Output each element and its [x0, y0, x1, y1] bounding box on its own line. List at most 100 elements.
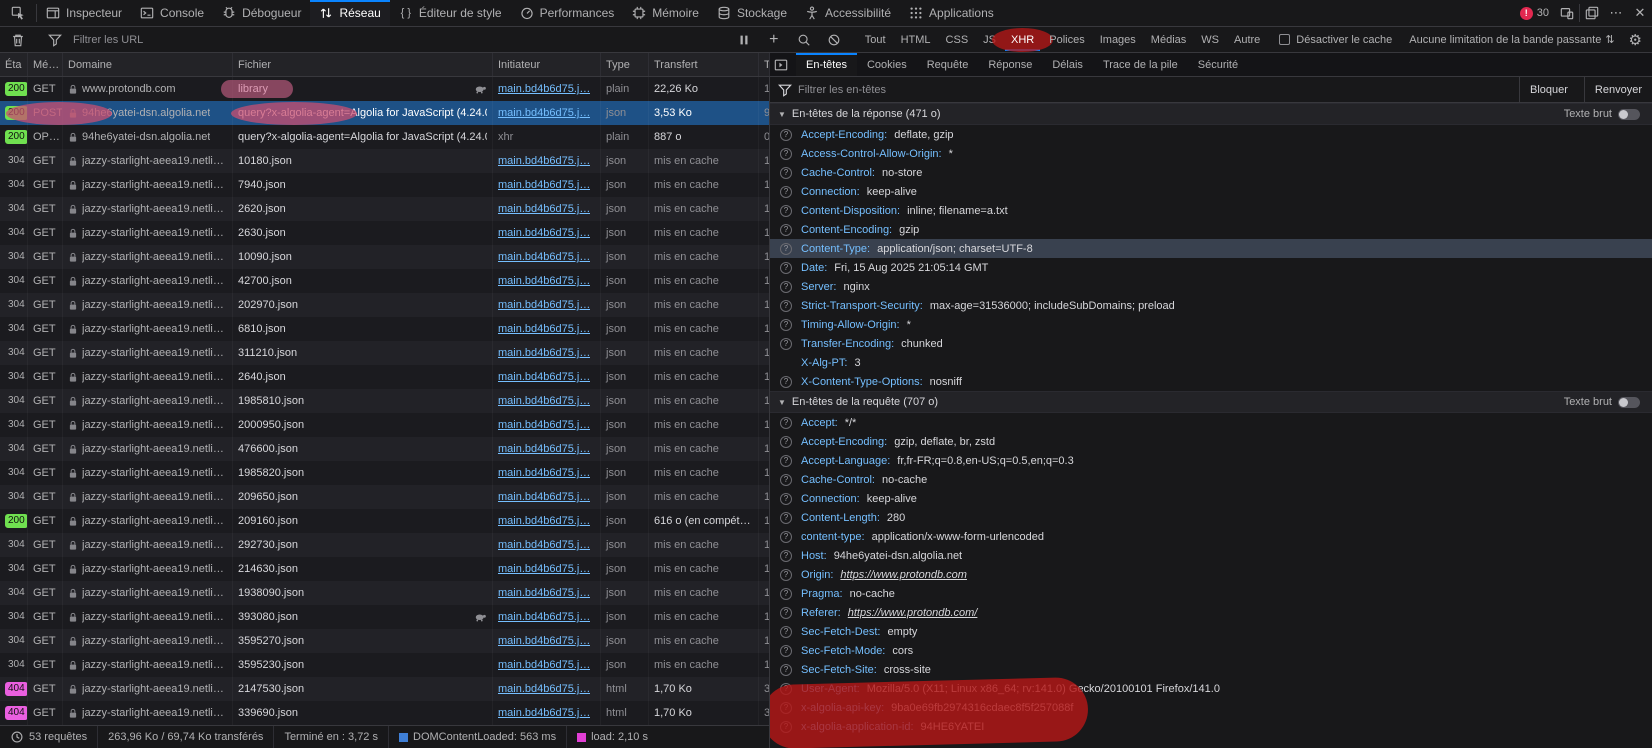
initiator-text[interactable]: main.bd4b6d75.j… [498, 467, 590, 479]
header-help-icon[interactable]: ? [780, 474, 792, 486]
header-help-icon[interactable]: ? [780, 455, 792, 467]
initiator-text[interactable]: main.bd4b6d75.j… [498, 83, 590, 95]
tool-tab-memory[interactable]: Mémoire [623, 0, 708, 26]
details-tab-trace-de-la-pile[interactable]: Trace de la pile [1093, 53, 1188, 76]
request-row[interactable]: 304GETjazzy-starlight-aeea19.netli…42700… [0, 269, 769, 293]
header-help-icon[interactable]: ? [780, 148, 792, 160]
initiator-text[interactable]: main.bd4b6d75.j… [498, 683, 590, 695]
initiator-text[interactable]: main.bd4b6d75.j… [498, 275, 590, 287]
initiator-text[interactable]: main.bd4b6d75.j… [498, 587, 590, 599]
initiator-text[interactable]: main.bd4b6d75.j… [498, 371, 590, 383]
header-help-icon[interactable]: ? [780, 683, 792, 695]
header-row[interactable]: ?Sec-Fetch-Mode:cors [770, 641, 1652, 660]
request-row[interactable]: 304GETjazzy-starlight-aeea19.netli…6810.… [0, 317, 769, 341]
initiator-text[interactable]: main.bd4b6d75.j… [498, 227, 590, 239]
details-tab-requ-te[interactable]: Requête [917, 53, 979, 76]
close-icon[interactable]: ✕ [1628, 0, 1652, 26]
raw-text-toggle[interactable] [1618, 397, 1640, 408]
header-row[interactable]: ?Content-Disposition:inline; filename=a.… [770, 201, 1652, 220]
header-row[interactable]: ?Referer:https://www.protondb.com/ [770, 603, 1652, 622]
initiator-text[interactable]: main.bd4b6d75.j… [498, 611, 590, 623]
details-tab-r-ponse[interactable]: Réponse [978, 53, 1042, 76]
pick-element-icon[interactable] [6, 6, 30, 20]
header-help-icon[interactable]: ? [780, 281, 792, 293]
header-row[interactable]: ?x-algolia-application-id:94HE6YATEI [770, 717, 1652, 736]
column-header[interactable]: Domaine [63, 53, 233, 76]
initiator-text[interactable]: main.bd4b6d75.j… [498, 563, 590, 575]
header-help-icon[interactable]: ? [780, 417, 792, 429]
header-help-icon[interactable]: ? [780, 607, 792, 619]
filter-tab-xhr[interactable]: XHR [1005, 29, 1040, 51]
header-row[interactable]: ?User-Agent:Mozilla/5.0 (X11; Linux x86_… [770, 679, 1652, 698]
request-row[interactable]: 304GETjazzy-starlight-aeea19.netli…35952… [0, 653, 769, 677]
header-help-icon[interactable]: ? [780, 186, 792, 198]
header-row[interactable]: ?Server:nginx [770, 277, 1652, 296]
initiator-text[interactable]: main.bd4b6d75.j… [498, 443, 590, 455]
request-row[interactable]: 304GETjazzy-starlight-aeea19.netli…19380… [0, 581, 769, 605]
header-row[interactable]: ?Content-Encoding:gzip [770, 220, 1652, 239]
collapse-triangle-icon[interactable]: ▼ [778, 110, 786, 119]
network-settings-gear-icon[interactable]: ⚙ [1625, 31, 1646, 49]
header-row[interactable]: ?Strict-Transport-Security:max-age=31536… [770, 296, 1652, 315]
header-help-icon[interactable]: ? [780, 376, 792, 388]
header-row[interactable]: ?Accept:*/* [770, 413, 1652, 432]
header-row[interactable]: ?Content-Type:application/json; charset=… [770, 239, 1652, 258]
toggle-panes-icon[interactable] [774, 53, 788, 76]
request-row[interactable]: 404GETjazzy-starlight-aeea19.netli…33969… [0, 701, 769, 725]
header-help-icon[interactable]: ? [780, 224, 792, 236]
column-header[interactable]: Transfert [649, 53, 759, 76]
column-header[interactable]: Fichier [233, 53, 493, 76]
initiator-text[interactable]: main.bd4b6d75.j… [498, 539, 590, 551]
header-row[interactable]: ?Date:Fri, 15 Aug 2025 21:05:14 GMT [770, 258, 1652, 277]
resend-button[interactable]: Renvoyer [1584, 77, 1652, 102]
throttling-select[interactable]: Aucune limitation de la bande passante ⇅ [1405, 33, 1618, 46]
request-row[interactable]: 304GETjazzy-starlight-aeea19.netli…19858… [0, 389, 769, 413]
tool-tab-console[interactable]: Console [131, 0, 213, 26]
request-row[interactable]: 304GETjazzy-starlight-aeea19.netli…29273… [0, 533, 769, 557]
column-header[interactable]: T… [759, 53, 770, 76]
tool-tab-applications[interactable]: Applications [900, 0, 1003, 26]
request-row[interactable]: 200GETjazzy-starlight-aeea19.netli…20916… [0, 509, 769, 533]
header-help-icon[interactable]: ? [780, 243, 792, 255]
header-help-icon[interactable]: ? [780, 493, 792, 505]
initiator-text[interactable]: main.bd4b6d75.j… [498, 203, 590, 215]
request-row[interactable]: 404GETjazzy-starlight-aeea19.netli…21475… [0, 677, 769, 701]
header-help-icon[interactable]: ? [780, 550, 792, 562]
details-tab-en-t-tes[interactable]: En-têtes [796, 53, 857, 76]
initiator-text[interactable]: main.bd4b6d75.j… [498, 107, 590, 119]
raw-text-toggle[interactable] [1618, 109, 1640, 120]
header-row[interactable]: ?Accept-Language:fr,fr-FR;q=0.8,en-US;q=… [770, 451, 1652, 470]
request-row[interactable]: 304GETjazzy-starlight-aeea19.netli…20297… [0, 293, 769, 317]
request-row[interactable]: 304GETjazzy-starlight-aeea19.netli…2620.… [0, 197, 769, 221]
new-request-icon[interactable]: + [762, 31, 786, 49]
request-row[interactable]: 304GETjazzy-starlight-aeea19.netli…20009… [0, 413, 769, 437]
details-tab-cookies[interactable]: Cookies [857, 53, 917, 76]
initiator-text[interactable]: main.bd4b6d75.j… [498, 515, 590, 527]
request-row[interactable]: 304GETjazzy-starlight-aeea19.netli…10180… [0, 149, 769, 173]
header-help-icon[interactable]: ? [780, 338, 792, 350]
header-help-icon[interactable]: ? [780, 721, 792, 733]
initiator-text[interactable]: main.bd4b6d75.j… [498, 155, 590, 167]
header-row[interactable]: ?X-Content-Type-Options:nosniff [770, 372, 1652, 391]
header-help-icon[interactable]: ? [780, 319, 792, 331]
filter-tab-autre[interactable]: Autre [1228, 29, 1266, 51]
column-header[interactable]: Éta [0, 53, 28, 76]
filter-tab-images[interactable]: Images [1094, 29, 1142, 51]
request-headers-section-header[interactable]: ▼En-têtes de la requête (707 o)Texte bru… [770, 391, 1652, 413]
initiator-text[interactable]: main.bd4b6d75.j… [498, 659, 590, 671]
block-request-icon[interactable] [822, 33, 846, 47]
initiator-text[interactable]: main.bd4b6d75.j… [498, 491, 590, 503]
header-help-icon[interactable]: ? [780, 531, 792, 543]
request-row[interactable]: 304GETjazzy-starlight-aeea19.netli…7940.… [0, 173, 769, 197]
response-headers-section-header[interactable]: ▼En-têtes de la réponse (471 o)Texte bru… [770, 103, 1652, 125]
request-row[interactable]: 200OP…94he6yatei-dsn.algolia.netquery?x-… [0, 125, 769, 149]
tool-tab-accessibility[interactable]: Accessibilité [796, 0, 900, 26]
request-row[interactable]: 304GETjazzy-starlight-aeea19.netli…10090… [0, 245, 769, 269]
initiator-text[interactable]: main.bd4b6d75.j… [498, 299, 590, 311]
pause-traffic-icon[interactable] [732, 33, 756, 47]
url-filter-input[interactable] [73, 34, 726, 46]
initiator-text[interactable]: main.bd4b6d75.j… [498, 419, 590, 431]
request-row[interactable]: 304GETjazzy-starlight-aeea19.netli…35952… [0, 629, 769, 653]
header-help-icon[interactable]: ? [780, 205, 792, 217]
header-row[interactable]: ?Sec-Fetch-Site:cross-site [770, 660, 1652, 679]
